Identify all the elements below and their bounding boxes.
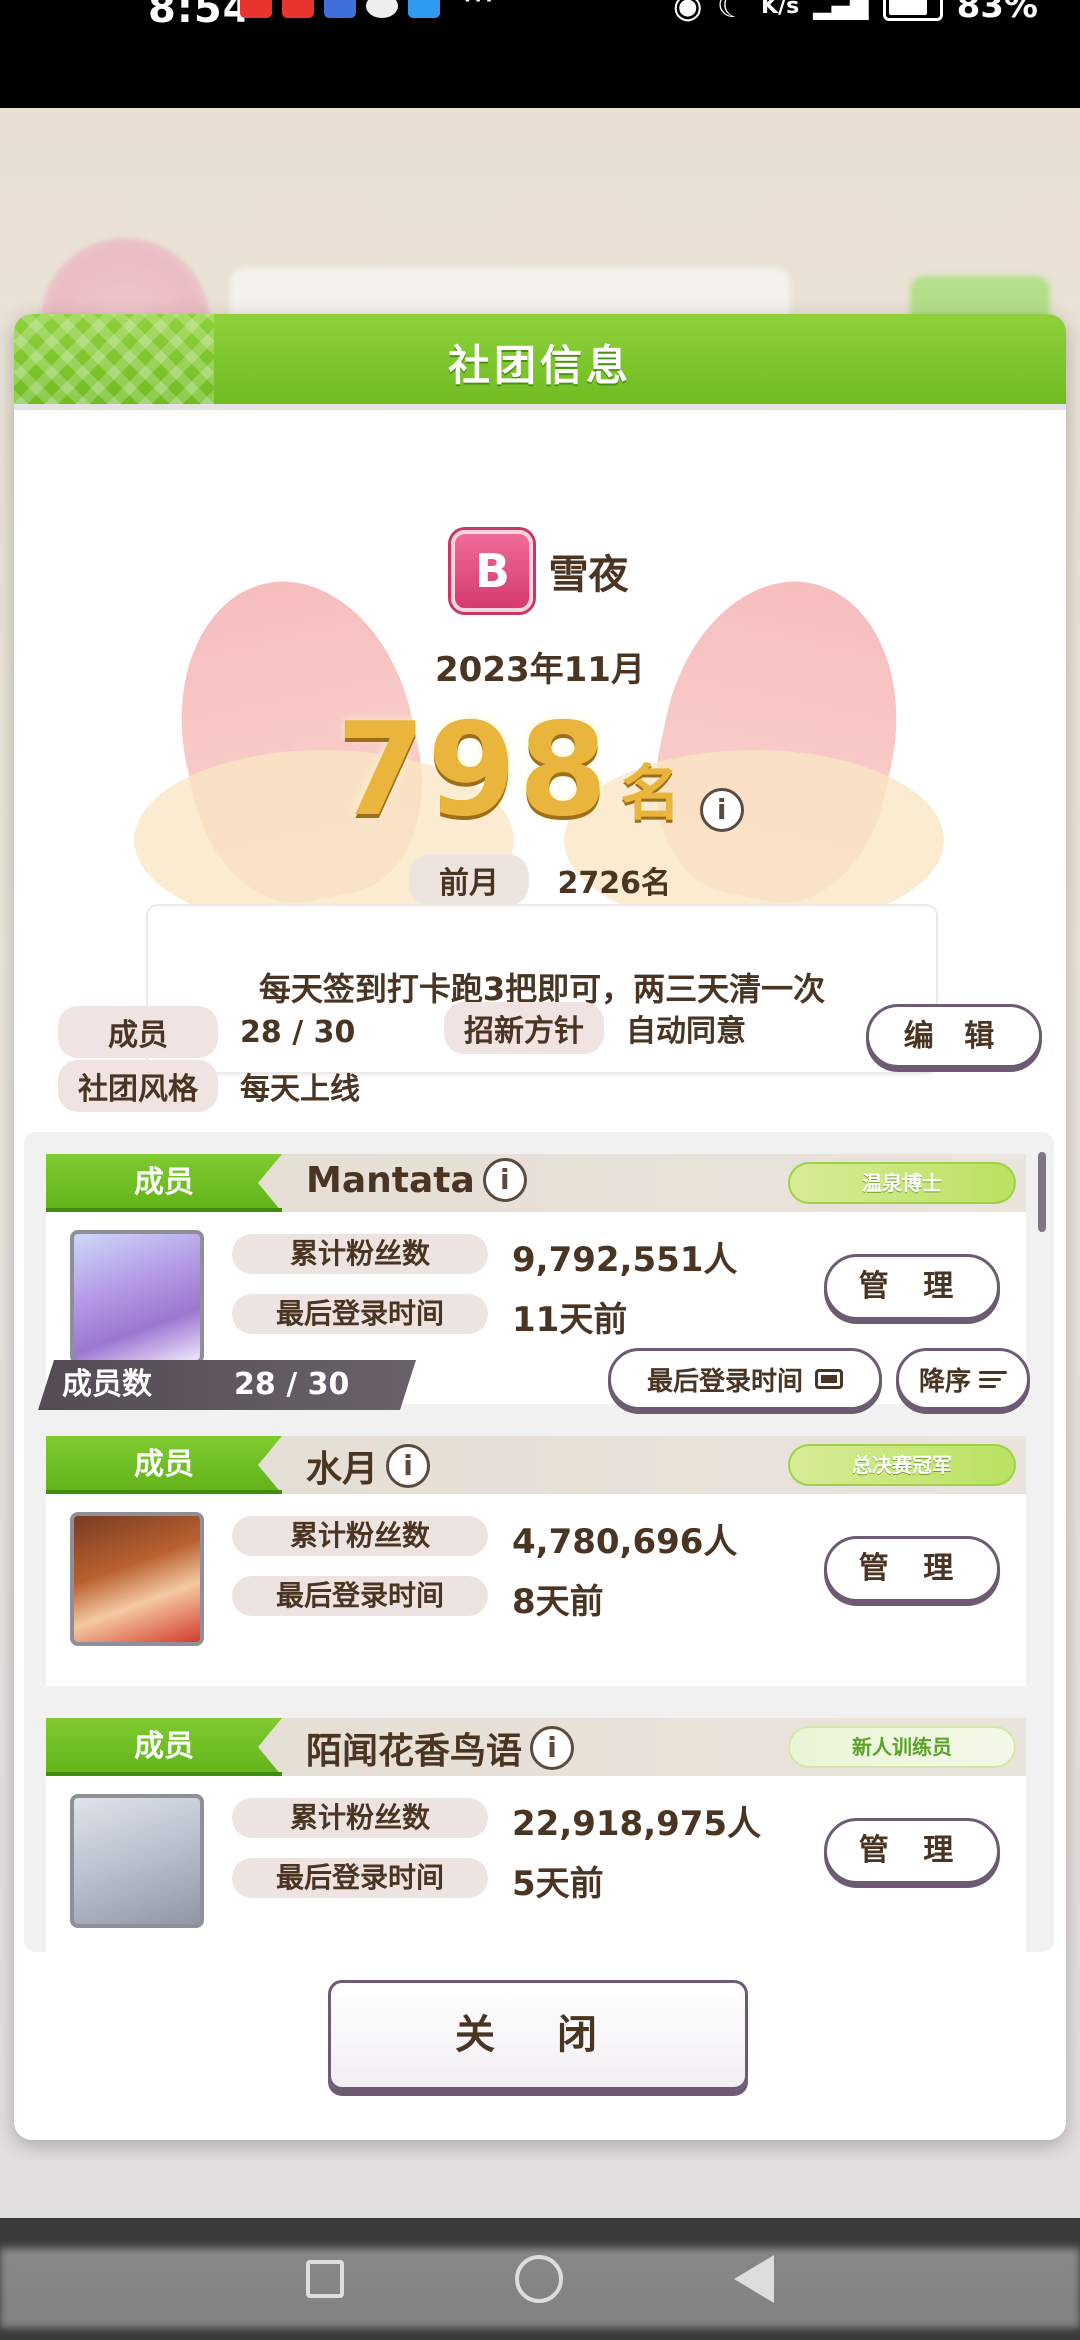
fans-label: 累计粉丝数 (232, 1516, 488, 1556)
sort-order-button[interactable]: 降序 (896, 1348, 1030, 1410)
status-time: 8:54 (148, 0, 252, 32)
rank-month: 2023年11月 (435, 650, 645, 690)
member-card-header: 成员 陌闻花香鸟语 i 新人训练员 (46, 1718, 1026, 1776)
square-recents-icon[interactable] (305, 2260, 344, 2298)
last-login-label: 最后登录时间 (232, 1576, 488, 1616)
sort-key-label: 最后登录时间 (646, 1366, 803, 1397)
close-button[interactable]: 关 闭 (328, 1980, 748, 2090)
members-label: 成员 (58, 1006, 218, 1058)
fans-value: 9,792,551人 (512, 1240, 738, 1280)
member-card: 成员 水月 i 总决赛冠军 累计粉丝数 4,780,696人 最后登录时间 8天… (46, 1436, 1026, 1686)
dialog-header: 社团信息 (14, 314, 1066, 404)
app-notification-icon (366, 0, 398, 18)
member-role: 成员 (46, 1436, 282, 1494)
previous-rank-row: 前月 2726名 (14, 854, 1066, 906)
sort-key-button[interactable]: 最后登录时间 (608, 1348, 882, 1410)
policy-value: 自动同意 (626, 1014, 746, 1049)
member-count-value: 28 / 30 (234, 1367, 350, 1402)
status-bar: 8:54 ··· ◉ ☾ K/s ▂▄▆ 83% (0, 0, 1080, 108)
member-role: 成员 (46, 1718, 282, 1776)
club-name: 雪夜 (548, 552, 629, 598)
member-name: 陌闻花香鸟语 (306, 1731, 523, 1772)
edit-button[interactable]: 编 辑 (866, 1004, 1042, 1068)
rank-info-icon[interactable]: i (699, 787, 744, 832)
style-label: 社团风格 (58, 1060, 218, 1112)
member-info-icon[interactable]: i (530, 1726, 575, 1770)
fans-value: 4,780,696人 (512, 1522, 738, 1562)
members-meta: 成员 28 / 30 (58, 1006, 355, 1058)
member-card-header: 成员 Mantata i 温泉博士 (46, 1154, 1026, 1212)
member-list[interactable]: 成员 Mantata i 温泉博士 累计粉丝数 9,792,551人 最后登录时… (24, 1132, 1054, 1952)
member-info-icon[interactable]: i (386, 1444, 431, 1488)
fans-value: 22,918,975人 (512, 1804, 762, 1844)
member-title-badge: 总决赛冠军 (788, 1444, 1016, 1486)
style-value: 每天上线 (240, 1072, 360, 1107)
manage-button[interactable]: 管 理 (824, 1818, 1000, 1884)
notification-icons (240, 0, 440, 18)
net-speed: K/s (761, 0, 800, 19)
eye-icon: ◉ (672, 0, 703, 26)
manage-button[interactable]: 管 理 (824, 1536, 1000, 1602)
battery-level: 83% (956, 0, 1038, 26)
app-notification-icon (240, 0, 272, 18)
member-card-body: 累计粉丝数 4,780,696人 最后登录时间 8天前 管 理 (46, 1494, 1026, 1686)
members-value: 28 / 30 (240, 1014, 356, 1050)
member-avatar[interactable] (70, 1230, 204, 1364)
app-notification-icon (324, 0, 356, 18)
member-card-header: 成员 水月 i 总决赛冠军 (46, 1436, 1026, 1494)
member-name: 水月 (306, 1449, 379, 1490)
battery-icon (882, 0, 943, 21)
member-count-bar: 成员数 28 / 30 (38, 1360, 416, 1410)
fans-label: 累计粉丝数 (232, 1798, 488, 1838)
last-login-value: 5天前 (512, 1864, 604, 1904)
last-login-label: 最后登录时间 (232, 1294, 488, 1334)
member-role: 成员 (46, 1154, 282, 1212)
app-notification-icon (408, 0, 440, 18)
policy-label: 招新方针 (444, 1002, 604, 1054)
moon-icon: ☾ (716, 0, 748, 26)
member-name-row: 陌闻花香鸟语 i (306, 1722, 575, 1774)
member-card: 成员 陌闻花香鸟语 i 新人训练员 累计粉丝数 22,918,975人 最后登录… (46, 1718, 1026, 1952)
member-name-row: 水月 i (306, 1440, 431, 1492)
member-name: Mantata (306, 1159, 475, 1201)
sort-lines-icon (979, 1370, 1007, 1388)
last-login-label: 最后登录时间 (232, 1858, 488, 1898)
club-title-row: B 雪夜 (14, 530, 1066, 612)
member-avatar[interactable] (70, 1794, 204, 1928)
previous-rank-label: 前月 (409, 854, 530, 906)
rank-number: 798 (336, 696, 610, 845)
member-title-badge: 温泉博士 (788, 1162, 1016, 1204)
app-notification-icon (282, 0, 314, 18)
more-notifications: ··· (462, 0, 495, 20)
last-login-value: 11天前 (512, 1300, 628, 1340)
status-right: ◉ ☾ K/s ▂▄▆ 83% (673, 0, 1038, 26)
circle-home-icon[interactable] (514, 2255, 563, 2303)
manage-button[interactable]: 管 理 (824, 1254, 1000, 1320)
sort-order-label: 降序 (918, 1366, 971, 1397)
policy-meta: 招新方针 自动同意 (444, 1002, 746, 1054)
member-avatar[interactable] (70, 1512, 204, 1646)
member-list-scrollbar[interactable] (1038, 1152, 1046, 1232)
dialog-title: 社团信息 (447, 341, 632, 390)
club-info-dialog: 社团信息 B 雪夜 2023年11月 798 名 i 前月 2726名 每天签到… (14, 314, 1066, 2140)
member-title-badge: 新人训练员 (788, 1726, 1016, 1768)
rank-row: 798 名 i (14, 696, 1066, 845)
member-info-icon[interactable]: i (482, 1158, 527, 1202)
last-login-value: 8天前 (512, 1582, 604, 1622)
sort-toggle-icon (815, 1369, 843, 1389)
previous-rank-value: 2726名 (557, 866, 671, 901)
triangle-back-icon[interactable] (734, 2255, 775, 2303)
member-card-body: 累计粉丝数 22,918,975人 最后登录时间 5天前 管 理 (46, 1776, 1026, 1952)
rank-unit: 名 (620, 759, 681, 829)
member-name-row: Mantata i (306, 1158, 527, 1202)
style-meta: 社团风格 每天上线 (58, 1060, 360, 1112)
signal-icon: ▂▄▆ (813, 0, 869, 20)
system-nav-bar (0, 2218, 1080, 2340)
member-count-label: 成员数 (62, 1367, 152, 1402)
club-rank-emblem-icon: B (451, 530, 534, 612)
fans-label: 累计粉丝数 (232, 1234, 488, 1274)
